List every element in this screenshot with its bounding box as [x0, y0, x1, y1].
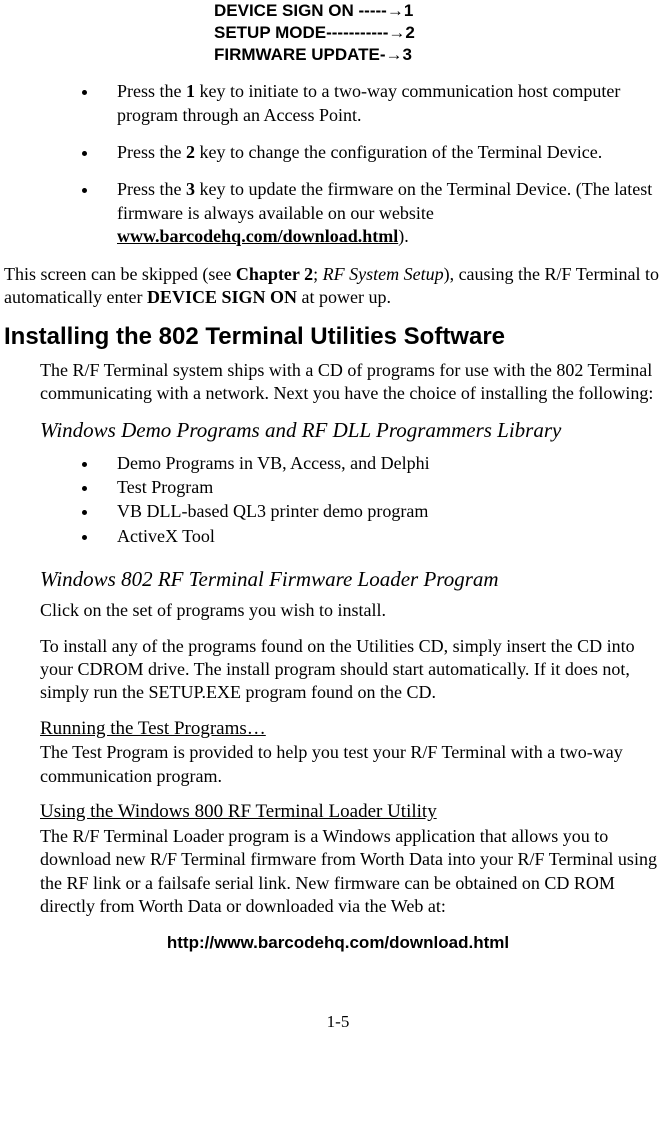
list-item: Test Program: [99, 475, 668, 499]
device-sign-on: DEVICE SIGN ON: [147, 287, 297, 307]
text: Press the: [117, 81, 186, 101]
text: ).: [398, 226, 409, 246]
menu-line-3: FIRMWARE UPDATE-→3: [214, 44, 668, 66]
key-1: 1: [186, 81, 195, 101]
list-item: Demo Programs in VB, Access, and Delphi: [99, 451, 668, 475]
rf-setup-ref: RF System Setup: [323, 264, 444, 284]
menu-line-2: SETUP MODE-----------→2: [214, 22, 668, 44]
text: Press the: [117, 142, 186, 162]
text: key to change the configuration of the T…: [195, 142, 602, 162]
download-link: www.barcodehq.com/download.html: [117, 226, 398, 246]
bullet-key-2: Press the 2 key to change the configurat…: [99, 141, 668, 164]
intro-paragraph: The R/F Terminal system ships with a CD …: [40, 359, 662, 406]
skip-screen-paragraph: This screen can be skipped (see Chapter …: [4, 263, 668, 310]
click-paragraph: Click on the set of programs you wish to…: [40, 599, 662, 622]
text: This screen can be skipped (see: [4, 264, 236, 284]
text: Press the: [117, 179, 186, 199]
menu-screen: DEVICE SIGN ON -----→1 SETUP MODE-------…: [214, 0, 668, 66]
text: at power up.: [297, 287, 391, 307]
subheading-demo-programs: Windows Demo Programs and RF DLL Program…: [40, 417, 668, 444]
subheading-firmware-loader: Windows 802 RF Terminal Firmware Loader …: [40, 566, 668, 593]
running-test-programs-heading: Running the Test Programs…: [40, 717, 668, 742]
section-title: Installing the 802 Terminal Utilities So…: [4, 321, 668, 352]
menu-line-1: DEVICE SIGN ON -----→1: [214, 0, 668, 22]
key-2: 2: [186, 142, 195, 162]
download-url: http://www.barcodehq.com/download.html: [4, 932, 668, 954]
chapter-ref: Chapter 2: [236, 264, 313, 284]
running-test-programs-paragraph: The Test Program is provided to help you…: [40, 741, 662, 788]
loader-utility-paragraph: The R/F Terminal Loader program is a Win…: [40, 825, 662, 919]
key-3: 3: [186, 179, 195, 199]
list-item: VB DLL-based QL3 printer demo program: [99, 499, 668, 523]
program-list: Demo Programs in VB, Access, and Delphi …: [4, 451, 668, 548]
text: key to update the firmware on the Termin…: [117, 179, 652, 222]
install-paragraph: To install any of the programs found on …: [40, 635, 662, 705]
loader-utility-heading: Using the Windows 800 RF Terminal Loader…: [40, 800, 668, 825]
menu-key-bullets: Press the 1 key to initiate to a two-way…: [4, 80, 668, 248]
bullet-key-3: Press the 3 key to update the firmware o…: [99, 178, 668, 248]
bullet-key-1: Press the 1 key to initiate to a two-way…: [99, 80, 668, 127]
text: ;: [313, 264, 323, 284]
list-item: ActiveX Tool: [99, 524, 668, 548]
page-number: 1-5: [4, 1011, 668, 1033]
